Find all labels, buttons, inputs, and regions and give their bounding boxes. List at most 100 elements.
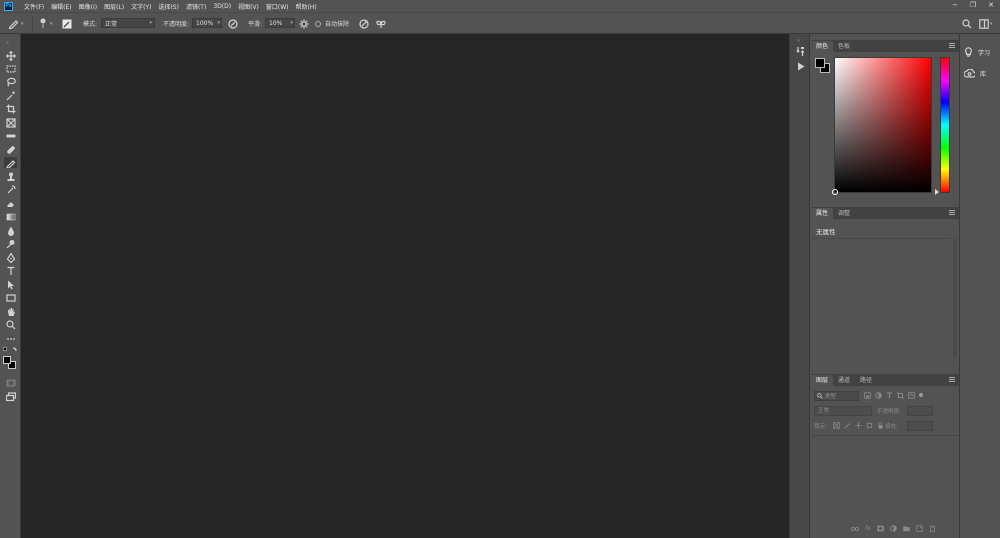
blend-mode-select[interactable]: 正常 [814,406,872,416]
rectangle-tool[interactable] [4,292,17,303]
menu-select[interactable]: 选择(S) [158,2,179,11]
filter-toggle-icon[interactable] [919,393,923,397]
menu-file[interactable]: 文件(F) [24,2,44,11]
type-filter-icon[interactable] [886,392,893,399]
quick-mask-button[interactable] [4,377,17,388]
menu-view[interactable]: 视图(V) [238,2,259,11]
tab-paths[interactable]: 路径 [855,375,877,386]
document-canvas-area[interactable] [21,34,789,538]
history-panel-button[interactable] [796,46,806,59]
tab-channels[interactable]: 通道 [833,375,855,386]
lock-all-icon[interactable] [877,422,884,429]
menu-image[interactable]: 图像(I) [79,2,97,11]
adjustment-filter-icon[interactable] [875,392,882,399]
hue-slider[interactable] [940,57,950,193]
smart-object-filter-icon[interactable] [908,392,915,399]
color-picker-cursor[interactable] [832,189,838,195]
menu-edit[interactable]: 编辑(E) [51,2,71,11]
brush-settings-toggle[interactable] [62,18,72,29]
color-swap-controls[interactable] [3,347,18,353]
actions-panel-button[interactable] [797,62,805,73]
zoom-tool[interactable] [4,319,17,330]
lock-position-icon[interactable] [855,422,862,429]
move-tool[interactable] [4,50,17,61]
menu-help[interactable]: 帮助(H) [296,2,317,11]
lock-transparency-icon[interactable] [833,422,840,429]
eraser-tool[interactable] [4,198,17,209]
dodge-tool[interactable] [4,238,17,249]
layer-effects-icon[interactable]: fx [865,525,871,532]
magic-wand-tool[interactable] [4,90,17,101]
tool-preset-picker[interactable]: ▾ [8,18,24,29]
restore-button[interactable]: ❐ [970,1,976,9]
brush-tool[interactable] [4,157,17,168]
close-button[interactable]: ✕ [988,1,994,9]
auto-erase-checkbox[interactable]: 自动抹除 [315,18,349,29]
gradient-tool[interactable] [4,211,17,222]
pressure-opacity-toggle[interactable] [228,18,238,29]
menu-layer[interactable]: 图层(L) [104,2,124,11]
delete-layer-icon[interactable] [929,525,936,532]
tab-properties[interactable]: 属性 [811,208,834,219]
hue-slider-handle[interactable] [935,189,939,195]
tab-adjustments[interactable]: 调整 [833,208,855,219]
add-mask-icon[interactable] [877,525,884,532]
ps-logo-icon[interactable]: Ps [4,1,13,11]
opacity-input[interactable]: 100% ▾ [192,18,222,28]
layer-opacity-input[interactable] [907,406,933,416]
checkbox-box[interactable] [315,20,321,27]
path-selection-tool[interactable] [4,279,17,290]
eyedropper-tool[interactable] [4,130,17,141]
smooth-input[interactable]: 10% ▾ [265,18,295,28]
lasso-tool[interactable] [4,76,17,87]
panel-menu-icon[interactable] [949,43,955,48]
marquee-tool[interactable] [4,63,17,74]
lock-pixels-icon[interactable] [844,422,851,429]
search-button[interactable] [962,18,972,29]
symmetry-button[interactable] [376,18,386,29]
pen-tool[interactable] [4,252,17,263]
expand-arrows-icon[interactable]: « [797,38,800,44]
properties-scrollbar[interactable] [953,239,957,357]
adjustment-layer-icon[interactable] [889,525,897,532]
mode-select[interactable]: 正常 ▾ [101,18,155,28]
menu-3d[interactable]: 3D(D) [213,3,231,10]
shape-filter-icon[interactable] [897,392,904,399]
smoothing-options-button[interactable] [299,18,309,29]
tab-color[interactable]: 颜色 [811,41,834,52]
clone-stamp-tool[interactable] [4,171,17,182]
minimize-button[interactable]: − [952,1,958,9]
pressure-size-toggle[interactable] [359,18,369,29]
menu-window[interactable]: 窗口(W) [266,2,289,11]
saturation-brightness-field[interactable] [832,57,932,195]
foreground-color-swatch[interactable] [3,356,11,364]
learn-panel-button[interactable]: 学习 [964,47,990,57]
fill-input[interactable] [907,421,933,431]
screen-mode-button[interactable] [4,391,17,402]
libraries-panel-button[interactable]: 库 [964,69,986,78]
frame-tool[interactable] [4,117,17,128]
brush-preset-picker[interactable]: ▾ [39,18,53,29]
new-layer-icon[interactable] [916,525,923,532]
panel-foreground-swatch[interactable] [815,58,825,68]
edit-toolbar-button[interactable] [4,333,17,344]
panel-menu-icon[interactable] [949,210,955,215]
layer-filter-select[interactable]: 类型 [814,391,859,401]
healing-brush-tool[interactable] [4,144,17,155]
collapse-arrows-icon[interactable]: » [6,40,9,46]
menu-type[interactable]: 文字(Y) [131,2,151,11]
menu-filter[interactable]: 滤镜(T) [186,2,206,11]
history-brush-tool[interactable] [4,184,17,195]
pixel-filter-icon[interactable] [864,392,871,399]
tab-layers[interactable]: 图层 [811,375,834,386]
blur-tool[interactable] [4,225,17,236]
type-tool[interactable] [4,265,17,276]
crop-tool[interactable] [4,103,17,114]
hand-tool[interactable] [4,306,17,317]
lock-artboard-icon[interactable] [866,422,873,429]
workspace-button[interactable]: ▾ [979,18,993,29]
panel-menu-icon[interactable] [949,377,955,382]
new-group-icon[interactable] [903,525,910,532]
link-layers-icon[interactable] [851,526,859,532]
tab-swatches[interactable]: 色板 [833,41,855,52]
